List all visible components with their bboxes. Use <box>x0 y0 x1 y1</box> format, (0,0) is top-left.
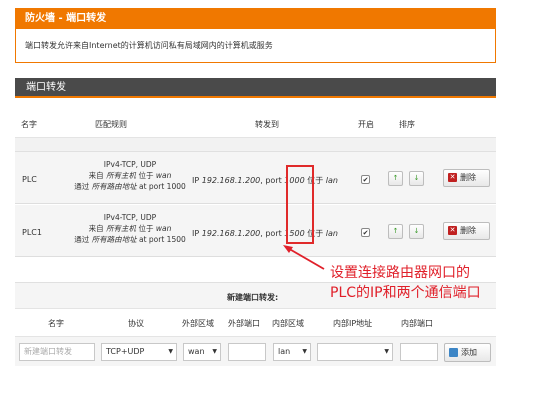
annotation-text: 设置连接路由器网口的 PLC的IP和两个通信端口 <box>330 263 481 303</box>
annotation-line1: 设置连接路由器网口的 <box>330 265 470 281</box>
annotation-arrow <box>283 245 325 270</box>
annotation-line2: PLC的IP和两个通信端口 <box>330 285 481 301</box>
